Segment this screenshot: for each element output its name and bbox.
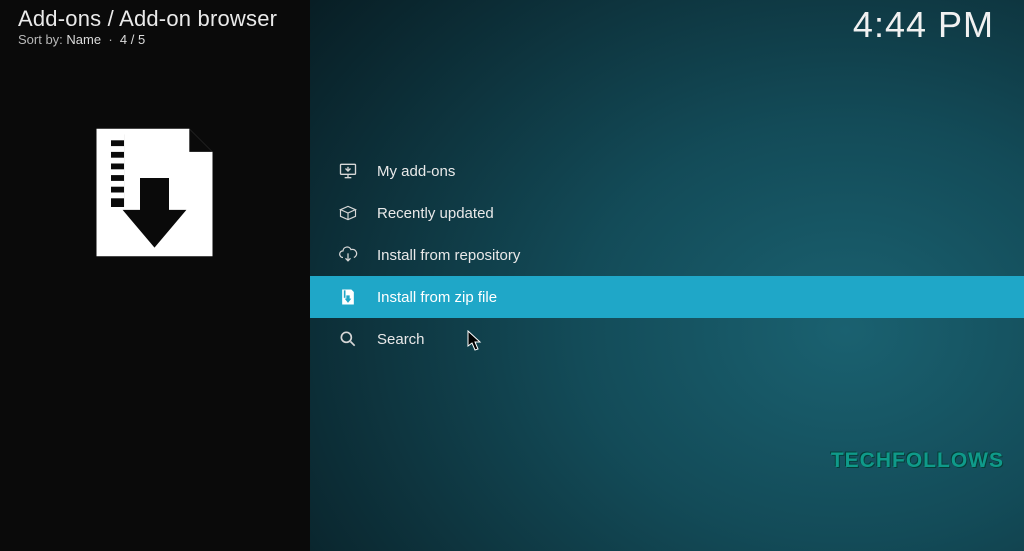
zip-install-large-icon	[82, 120, 227, 265]
menu-item-label: Install from zip file	[377, 289, 497, 306]
menu-item-label: Search	[377, 331, 425, 348]
main-content: 4:44 PM My add-ons	[310, 0, 1024, 551]
menu-list: My add-ons Recently updated Install	[310, 150, 1024, 360]
side-panel: Add-ons / Add-on browser Sort by: Name ·…	[0, 0, 310, 551]
zip-download-icon	[337, 286, 359, 308]
menu-item-label: Recently updated	[377, 205, 494, 222]
sort-separator: ·	[105, 32, 120, 47]
cloud-download-icon	[337, 244, 359, 266]
menu-item-recently-updated[interactable]: Recently updated	[310, 192, 1024, 234]
sort-indicator: Sort by: Name · 4 / 5	[0, 32, 310, 47]
menu-item-label: My add-ons	[377, 163, 455, 180]
menu-item-my-addons[interactable]: My add-ons	[310, 150, 1024, 192]
sort-label: Sort by:	[18, 32, 63, 47]
sort-value: Name	[66, 32, 101, 47]
menu-item-install-from-repository[interactable]: Install from repository	[310, 234, 1024, 276]
menu-item-label: Install from repository	[377, 247, 520, 264]
menu-item-search[interactable]: Search	[310, 318, 1024, 360]
search-icon	[337, 328, 359, 350]
menu-item-install-from-zip[interactable]: Install from zip file	[310, 276, 1024, 318]
open-box-icon	[337, 202, 359, 224]
watermark: TECHFOLLOWS	[831, 449, 1004, 473]
list-position: 4 / 5	[120, 32, 145, 47]
monitor-icon	[337, 160, 359, 182]
clock: 4:44 PM	[853, 4, 994, 46]
breadcrumb: Add-ons / Add-on browser	[0, 0, 310, 32]
